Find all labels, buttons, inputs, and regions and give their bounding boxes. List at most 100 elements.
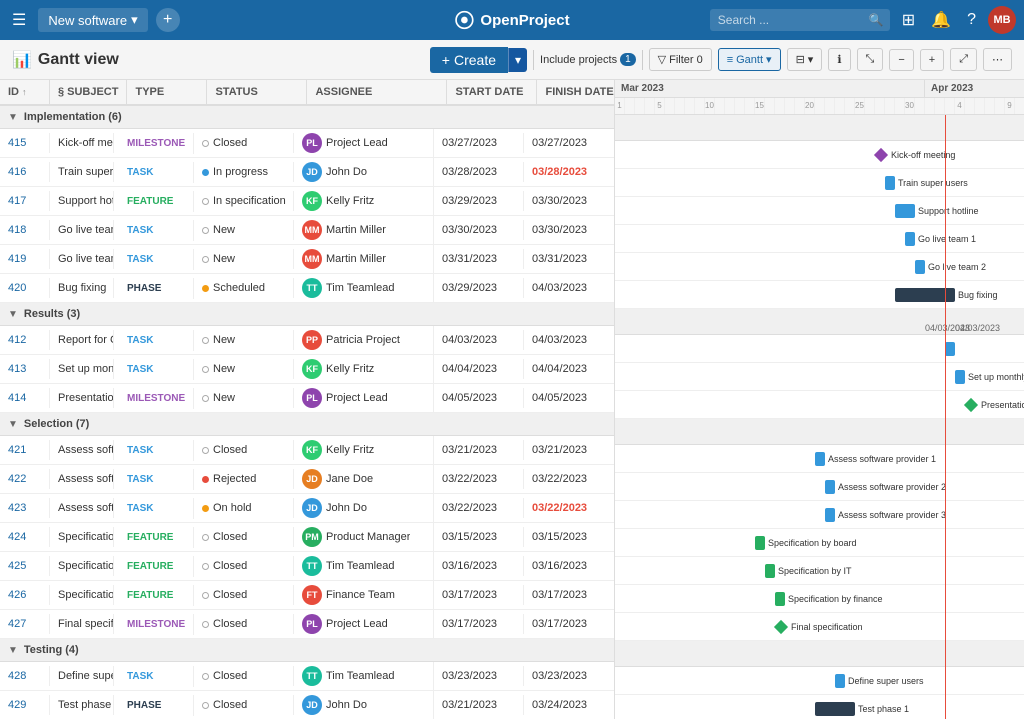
col-finish[interactable]: FINISH DATE (537, 80, 615, 104)
search-input[interactable] (710, 9, 890, 31)
cell-subject: Define super users (50, 666, 114, 686)
zoom-fit-button[interactable]: ⤡ (857, 48, 884, 71)
gantt-bar (885, 176, 895, 190)
gantt-bar (815, 452, 825, 466)
table-row[interactable]: 423 Assess software provider 3 TASK On h… (0, 494, 614, 523)
cell-id: 421 (0, 440, 50, 460)
gantt-view-button[interactable]: ≡ Gantt ▾ (718, 48, 781, 71)
cell-assignee: MM Martin Miller (294, 216, 434, 244)
table-row[interactable]: 416 Train super users TASK In progress J… (0, 158, 614, 187)
table-row[interactable]: 417 Support hotline FEATURE In specifica… (0, 187, 614, 216)
col-start[interactable]: START DATE (447, 80, 537, 104)
avatar[interactable]: MB (988, 6, 1016, 34)
table-row[interactable]: 418 Go live team 1 TASK New MM Martin Mi… (0, 216, 614, 245)
gantt-day (845, 98, 855, 114)
cell-finish: 04/03/2023 (524, 330, 614, 350)
gantt-diamond (874, 148, 888, 162)
zoom-out-button[interactable]: − (889, 49, 913, 71)
table-row[interactable]: 427 Final specification MILESTONE Closed… (0, 610, 614, 639)
cell-finish: 03/30/2023 (524, 191, 614, 211)
gantt-bar-label: Assess software provider 2 (838, 482, 946, 492)
cell-start: 03/29/2023 (434, 278, 524, 298)
col-id[interactable]: ID ↑ (0, 80, 50, 104)
group-header-3[interactable]: ▼Testing (4) (0, 639, 614, 662)
table-row[interactable]: 421 Assess software provider 1 TASK Clos… (0, 436, 614, 465)
avatar: TT (302, 556, 322, 576)
zoom-in-button[interactable]: + (920, 49, 944, 71)
col-subject[interactable]: § SUBJECT (50, 80, 127, 104)
help-icon[interactable]: ? (963, 7, 980, 33)
table-row[interactable]: 412 Report for CEO TASK New PP Patricia … (0, 326, 614, 355)
table-row[interactable]: 425 Specification by IT FEATURE Closed T… (0, 552, 614, 581)
cell-start: 03/21/2023 (434, 440, 524, 460)
table-row[interactable]: 428 Define super users TASK Closed TT Ti… (0, 662, 614, 691)
gantt-day: 20 (805, 98, 815, 114)
cell-status: Closed (194, 527, 294, 547)
display-options-button[interactable]: ⊟ ▾ (787, 48, 823, 71)
col-type[interactable]: TYPE (127, 80, 207, 104)
gantt-day (1015, 98, 1024, 114)
include-projects[interactable]: Include projects 1 (540, 53, 636, 66)
cell-start: 03/17/2023 (434, 614, 524, 634)
cell-id: 418 (0, 220, 50, 240)
more-options-button[interactable]: ⋯ (983, 48, 1012, 71)
cell-assignee: FT Finance Team (294, 581, 434, 609)
table-row[interactable]: 422 Assess software provider 2 TASK Reje… (0, 465, 614, 494)
col-status[interactable]: STATUS (207, 80, 307, 104)
table-row[interactable]: 413 Set up monthly status report TASK Ne… (0, 355, 614, 384)
project-selector[interactable]: New software ▾ (38, 8, 147, 32)
group-header-2[interactable]: ▼Selection (7) (0, 413, 614, 436)
table-row[interactable]: 414 Presentation to board MILESTONE New … (0, 384, 614, 413)
gantt-row: Go live team 2 (615, 253, 1024, 281)
gantt-day (625, 98, 635, 114)
group-header-0[interactable]: ▼Implementation (6) (0, 106, 614, 129)
col-assignee[interactable]: ASSIGNEE (307, 80, 447, 104)
table-row[interactable]: 429 Test phase 1 PHASE Closed JD John Do… (0, 691, 614, 719)
gantt-day (795, 98, 805, 114)
status-dot (202, 366, 209, 373)
table-row[interactable]: 426 Specification by finance FEATURE Clo… (0, 581, 614, 610)
gantt-bar (765, 564, 775, 578)
table-row[interactable]: 419 Go live team 2 TASK New MM Martin Mi… (0, 245, 614, 274)
cell-start: 03/31/2023 (434, 249, 524, 269)
cell-subject: Assess software provider 2 (50, 469, 114, 489)
cell-type: TASK (114, 330, 194, 351)
collapse-icon: ▼ (8, 419, 18, 430)
cell-start: 04/05/2023 (434, 388, 524, 408)
info-button[interactable]: ℹ (828, 48, 850, 71)
cell-subject: Go live team 1 (50, 220, 114, 240)
status-dot (202, 447, 209, 454)
gantt-row: Assess software provider 1 (615, 445, 1024, 473)
gantt-dropdown-arrow: ▾ (766, 53, 772, 66)
table-row[interactable]: 420 Bug fixing PHASE Scheduled TT Tim Te… (0, 274, 614, 303)
gantt-day (975, 98, 985, 114)
create-dropdown-arrow[interactable]: ▾ (508, 48, 527, 72)
gantt-day: 9 (1005, 98, 1015, 114)
cell-finish: 03/15/2023 (524, 527, 614, 547)
gantt-bar (915, 260, 925, 274)
cell-assignee: JD Jane Doe (294, 465, 434, 493)
cell-status: New (194, 359, 294, 379)
chevron-down-icon: ▾ (131, 12, 138, 28)
create-button[interactable]: + Create (430, 47, 508, 73)
table-row[interactable]: 415 Kick-off meeting MILESTONE Closed PL… (0, 129, 614, 158)
hamburger-icon[interactable]: ☰ (8, 6, 30, 34)
gantt-day (815, 98, 825, 114)
bell-icon[interactable]: 🔔 (927, 6, 955, 34)
group-header-1[interactable]: ▼Results (3) (0, 303, 614, 326)
fullscreen-button[interactable]: ⤢ (950, 48, 977, 71)
gantt-row: Go live team 1 (615, 225, 1024, 253)
avatar: TT (302, 278, 322, 298)
avatar: KF (302, 359, 322, 379)
filter-button[interactable]: ▽ Filter 0 (649, 48, 712, 71)
cell-finish: 03/22/2023 (524, 469, 614, 489)
gantt-day (645, 98, 655, 114)
status-dot (202, 256, 209, 263)
gantt-day (685, 98, 695, 114)
add-button[interactable]: + (156, 8, 180, 32)
logo: OpenProject (454, 10, 569, 30)
cell-type: MILESTONE (114, 614, 194, 635)
grid-icon[interactable]: ⊞ (898, 6, 919, 34)
table-row[interactable]: 424 Specification by board FEATURE Close… (0, 523, 614, 552)
cell-assignee: KF Kelly Fritz (294, 187, 434, 215)
